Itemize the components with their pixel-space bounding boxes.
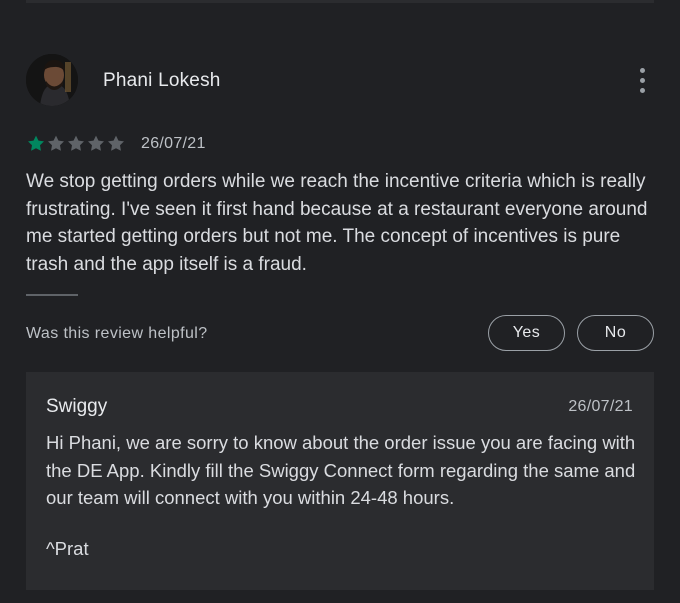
review-date: 26/07/21 (141, 135, 206, 152)
reviewer-name: Phani Lokesh (103, 70, 221, 91)
star-filled-icon (28, 135, 44, 151)
reply-signoff: ^Prat (46, 538, 89, 559)
reply-date: 26/07/21 (568, 398, 633, 415)
avatar-image (26, 54, 78, 106)
review-header: Phani Lokesh (26, 54, 654, 108)
helpful-question: Was this review helpful? (26, 325, 208, 342)
divider (26, 294, 78, 296)
star-empty-icon (88, 135, 104, 151)
review-screen: Phani Lokesh 26/07/21 We stop getting or… (0, 0, 680, 603)
helpful-yes-button[interactable]: Yes (488, 315, 565, 351)
review-text: We stop getting orders while we reach th… (26, 171, 648, 275)
star-empty-icon (108, 135, 124, 151)
reply-text: Hi Phani, we are sorry to know about the… (46, 432, 636, 508)
previous-card-edge (26, 0, 654, 3)
reply-author: Swiggy (46, 396, 108, 417)
rating-row: 26/07/21 (26, 133, 206, 155)
more-vert-icon[interactable] (634, 68, 650, 94)
star-rating (26, 134, 126, 154)
star-empty-icon (68, 135, 84, 151)
helpful-no-button[interactable]: No (577, 315, 654, 351)
star-empty-icon (48, 135, 64, 151)
developer-reply: Swiggy 26/07/21 Hi Phani, we are sorry t… (26, 372, 654, 590)
avatar[interactable] (26, 54, 78, 106)
